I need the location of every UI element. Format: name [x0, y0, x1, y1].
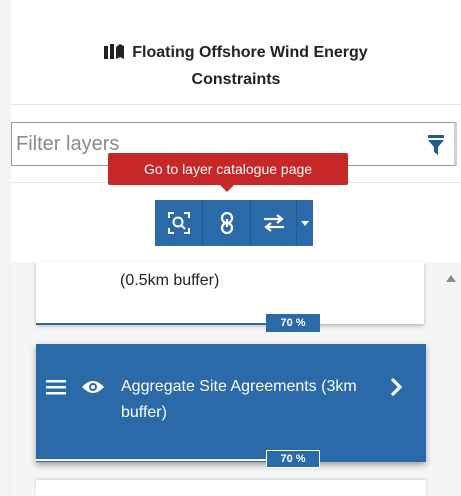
opacity-slider-track[interactable] — [36, 459, 266, 461]
funnel-filter-icon[interactable] — [428, 135, 444, 160]
layer-item[interactable] — [36, 480, 426, 496]
swap-layers-button[interactable] — [251, 200, 297, 246]
caret-down-icon — [301, 220, 309, 226]
layer-item-title: (0.5km buffer) — [120, 272, 220, 289]
swap-arrows-icon — [263, 214, 284, 232]
scroll-up-arrow-icon[interactable] — [446, 269, 456, 287]
opacity-badge: 70 % — [266, 450, 320, 468]
link-icon — [220, 212, 233, 234]
drag-handle-icon[interactable] — [46, 379, 66, 400]
layer-item[interactable]: (0.5km buffer) 70 % — [36, 262, 424, 332]
left-panel-edge — [0, 0, 11, 496]
tooltip: Go to layer catalogue page — [108, 153, 348, 192]
layer-item-selected[interactable]: Aggregate Site Agreements (3km buffer) 7… — [36, 344, 426, 468]
more-options-dropdown[interactable] — [297, 200, 313, 246]
page-title-line2: Constraints — [191, 71, 281, 88]
layer-item-title: Aggregate Site Agreements (3km buffer) — [121, 378, 357, 421]
zoom-to-layer-icon — [167, 212, 190, 234]
opacity-badge: 70 % — [266, 314, 320, 332]
layer-toolbar — [155, 200, 313, 246]
opacity-slider-track[interactable] — [36, 323, 266, 325]
zoom-to-layer-button[interactable] — [155, 200, 203, 246]
page-title: Floating Offshore Wind Energy — [11, 43, 461, 64]
catalogue-link-button[interactable] — [203, 200, 251, 246]
layer-list: (0.5km buffer) 70 % Aggregate Site Agree… — [11, 262, 461, 496]
page-title-line1: Floating Offshore Wind Energy — [132, 44, 368, 61]
scrollbar[interactable] — [443, 262, 461, 496]
map-book-icon — [104, 43, 125, 64]
eye-icon[interactable] — [81, 379, 105, 400]
chevron-right-icon[interactable] — [390, 377, 403, 401]
panel-header: Floating Offshore Wind Energy Constraint… — [11, 0, 461, 105]
